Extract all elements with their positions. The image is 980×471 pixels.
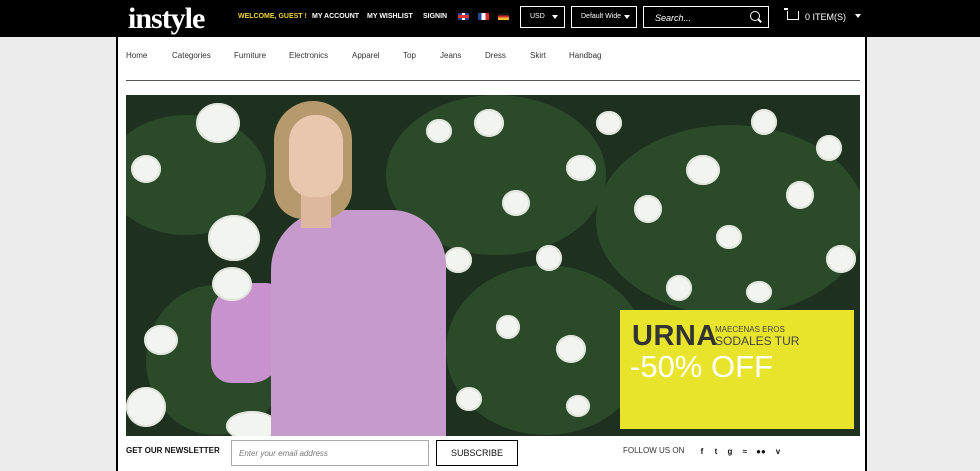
nav-item-electronics[interactable]: Electronics (289, 51, 328, 60)
my-account-link[interactable]: MY ACCOUNT (312, 0, 359, 34)
flower-image (208, 215, 260, 261)
hero-banner[interactable]: URNA MAECENAS EROS SODALES TUR -50% OFF (126, 95, 860, 436)
site-logo[interactable]: instyle (128, 0, 205, 37)
flower-image (751, 109, 777, 135)
flower-image (666, 275, 692, 301)
flower-image (566, 155, 596, 181)
nav-divider (126, 80, 860, 81)
flower-image (131, 155, 161, 183)
currency-value: USD (530, 13, 545, 20)
promo-subtitle-line2: SODALES TUR (715, 334, 800, 348)
page-container: Home Categories Furniture Electronics Ap… (116, 37, 867, 471)
twitter-icon[interactable]: t (711, 447, 721, 456)
chevron-down-icon (624, 15, 630, 19)
currency-select[interactable]: USD (520, 6, 565, 28)
germany-flag-icon[interactable] (498, 13, 509, 20)
flower-image (746, 281, 772, 303)
cart-button[interactable]: 0 ITEM(S) (784, 6, 867, 28)
newsletter-label: GET OUR NEWSLETTER (126, 446, 220, 455)
flower-image (686, 155, 720, 185)
search-icon[interactable] (750, 11, 760, 21)
google-plus-icon[interactable]: g (725, 447, 735, 456)
flower-image (126, 387, 166, 427)
flower-image (196, 103, 240, 143)
flower-image (474, 109, 504, 137)
model-face (289, 115, 343, 197)
flower-image (596, 111, 622, 135)
layout-value: Default Wide (581, 13, 622, 20)
flower-image (212, 267, 252, 301)
flower-image (634, 195, 662, 223)
flower-image (456, 387, 482, 411)
france-flag-icon[interactable] (478, 13, 489, 20)
nav-item-handbag[interactable]: Handbag (569, 51, 601, 60)
promo-discount: -50% OFF (630, 349, 773, 384)
flickr-icon[interactable]: ●● (756, 447, 766, 456)
signin-link[interactable]: SIGNIN (423, 0, 447, 34)
flower-image (816, 135, 842, 161)
cart-count: 0 ITEM(S) (805, 12, 847, 22)
nav-item-top[interactable]: Top (403, 51, 416, 60)
search-box (643, 6, 769, 29)
flower-image (536, 245, 562, 271)
flower-image (566, 395, 590, 417)
facebook-icon[interactable]: f (697, 447, 707, 456)
nav-item-jeans[interactable]: Jeans (440, 51, 461, 60)
my-wishlist-link[interactable]: MY WISHLIST (367, 0, 413, 34)
follow-us-label: FOLLOW US ON (623, 446, 685, 455)
cart-icon (784, 8, 799, 20)
leaf-shape (446, 265, 646, 435)
search-input[interactable] (644, 7, 757, 29)
chevron-down-icon (552, 15, 558, 19)
promo-subtitle-line1: MAECENAS EROS (715, 325, 785, 334)
nav-item-home[interactable]: Home (126, 51, 147, 60)
flower-image (444, 247, 472, 273)
nav-item-apparel[interactable]: Apparel (352, 51, 380, 60)
flower-image (716, 225, 742, 249)
nav-item-dress[interactable]: Dress (485, 51, 506, 60)
promo-box[interactable]: URNA MAECENAS EROS SODALES TUR -50% OFF (620, 310, 854, 429)
nav-item-categories[interactable]: Categories (172, 51, 211, 60)
flower-image (426, 119, 452, 143)
vimeo-icon[interactable]: v (773, 447, 783, 456)
nav-item-furniture[interactable]: Furniture (234, 51, 266, 60)
nav-item-skirt[interactable]: Skirt (530, 51, 546, 60)
flower-image (826, 245, 856, 273)
layout-select[interactable]: Default Wide (571, 6, 637, 28)
flower-image (502, 190, 530, 216)
flower-image (556, 335, 586, 363)
email-field[interactable] (231, 440, 429, 466)
subscribe-button[interactable]: SUBSCRIBE (436, 440, 518, 466)
flower-image (144, 325, 178, 355)
uk-flag-icon[interactable] (458, 13, 469, 20)
flower-image (496, 315, 520, 339)
flower-image (786, 181, 814, 209)
model-shirt (271, 210, 446, 436)
chevron-down-icon (855, 14, 861, 18)
top-header-bar: instyle WELCOME, GUEST ! MY ACCOUNT MY W… (0, 0, 980, 37)
welcome-message: WELCOME, GUEST ! (238, 13, 307, 20)
rss-icon[interactable]: ≈ (740, 447, 750, 456)
